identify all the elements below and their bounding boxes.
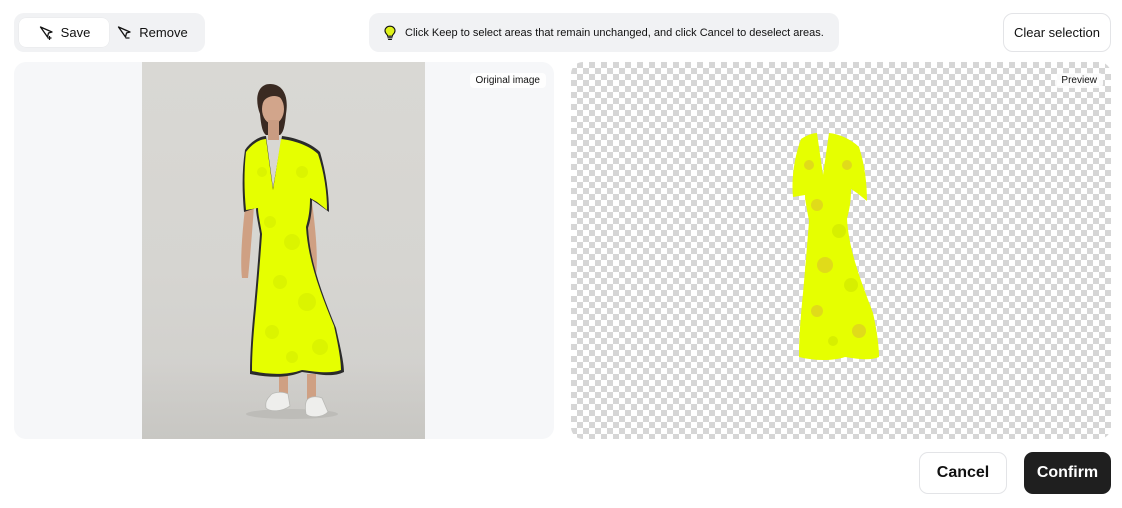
save-button[interactable]: Save: [19, 18, 109, 47]
cancel-button[interactable]: Cancel: [919, 452, 1007, 494]
hint-text: Click Keep to select areas that remain u…: [405, 26, 824, 39]
hint-banner: Click Keep to select areas that remain u…: [369, 13, 839, 52]
confirm-label: Confirm: [1036, 464, 1099, 481]
cursor-minus-icon: [118, 25, 131, 39]
preview-panel: Preview: [571, 62, 1111, 439]
cancel-label: Cancel: [936, 464, 990, 481]
model-with-mask-illustration: [241, 84, 344, 419]
remove-button[interactable]: Remove: [109, 18, 195, 47]
cutout-preview: [792, 133, 879, 360]
original-image-panel[interactable]: Original image: [14, 62, 554, 439]
original-image-label: Original image: [469, 73, 546, 88]
selection-mode-group: Save Remove: [14, 13, 205, 52]
preview-label: Preview: [1055, 73, 1103, 88]
remove-label: Remove: [139, 25, 188, 40]
original-photo: [142, 62, 425, 439]
confirm-button[interactable]: Confirm: [1024, 452, 1111, 494]
lightbulb-icon: [384, 25, 396, 40]
clear-selection-label: Clear selection: [1014, 25, 1100, 40]
save-label: Save: [60, 25, 91, 40]
clear-selection-button[interactable]: Clear selection: [1003, 13, 1111, 52]
cursor-plus-icon: [39, 25, 53, 40]
